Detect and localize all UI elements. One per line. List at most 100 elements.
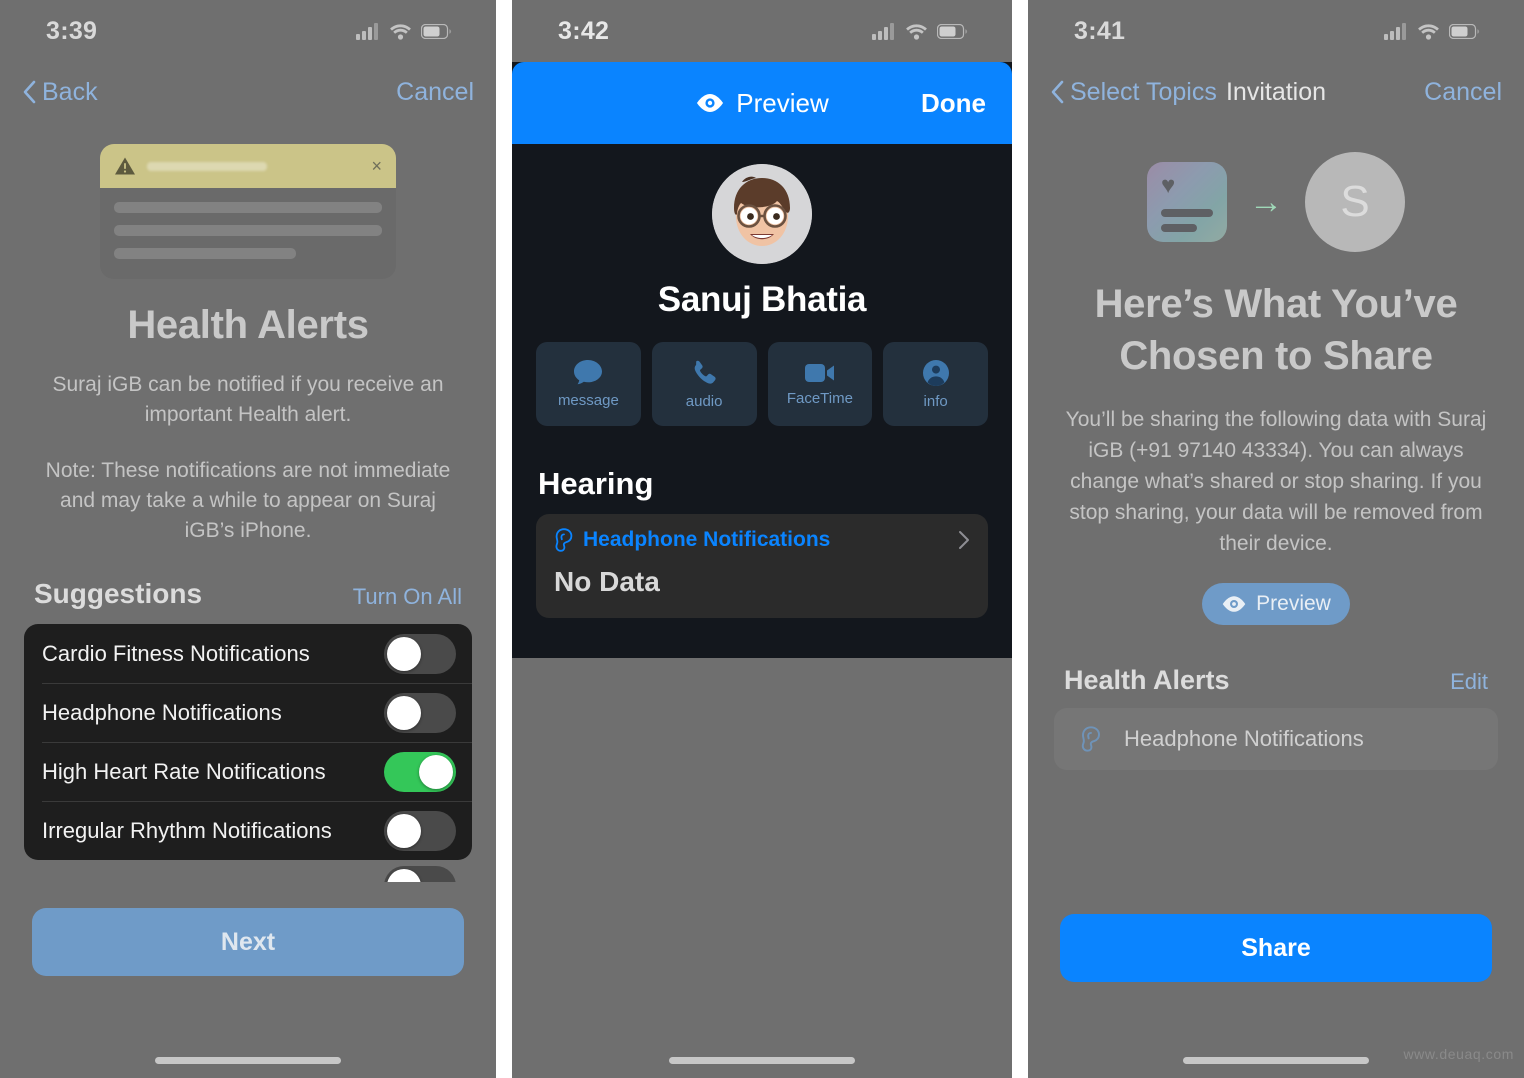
nav-bar: Back Cancel	[0, 62, 496, 122]
list-item[interactable]: Headphone Notifications	[24, 683, 472, 742]
arrow-right-icon: →	[1249, 183, 1283, 221]
share-title: Here’s What You’ve Chosen to Share	[1094, 282, 1458, 378]
toggle-knob	[387, 869, 421, 882]
status-bar: 3:39	[0, 0, 496, 62]
back-button-label: Select Topics	[1070, 77, 1217, 106]
list-item[interactable]: High Heart Rate Notifications	[24, 742, 472, 801]
toggle-knob	[387, 695, 421, 730]
card-header-row[interactable]: Headphone Notifications	[554, 528, 970, 552]
toggle-switch-partial[interactable]	[384, 866, 456, 882]
eye-icon	[697, 94, 724, 112]
audio-label: audio	[685, 392, 723, 410]
status-icons	[872, 22, 968, 40]
info-label: info	[923, 392, 948, 410]
panel-gap	[496, 0, 512, 1078]
screenshot-collage: 3:39 Back Cancel × Health Alerts Suraj i…	[0, 0, 1524, 1078]
list-item-label: Headphone Notifications	[1124, 726, 1364, 751]
hearing-section-heading: Hearing	[538, 466, 654, 501]
status-clock: 3:42	[558, 16, 610, 45]
video-camera-icon	[804, 363, 834, 382]
phone-panel-preview: 3:42 Preview Done Sanuj Bhatia message a…	[512, 0, 1012, 1078]
eye-icon	[1222, 596, 1246, 612]
alert-banner: ×	[100, 144, 396, 188]
battery-icon	[421, 23, 452, 39]
avatar[interactable]	[712, 164, 812, 264]
health-alerts-section-header: Health Alerts Edit	[1028, 665, 1524, 696]
chevron-left-icon	[1051, 80, 1064, 104]
toggle-switch-cardio-fitness[interactable]	[384, 633, 456, 674]
list-item[interactable]: Irregular Rhythm Notifications	[24, 801, 472, 860]
status-clock: 3:41	[1074, 16, 1126, 45]
placeholder-alert-card: ×	[100, 144, 396, 279]
cellular-signal-icon	[1384, 22, 1406, 40]
heart-icon: ♥	[1161, 172, 1176, 199]
list-item[interactable]: Cardio Fitness Notifications	[24, 624, 472, 683]
status-bar: 3:41	[1028, 0, 1524, 62]
home-indicator	[0, 1057, 496, 1064]
battery-icon	[937, 23, 968, 39]
message-button[interactable]: message	[536, 342, 641, 426]
watermark: www.deuaq.com	[1403, 1046, 1514, 1062]
placeholder-body	[100, 188, 396, 279]
message-label: message	[557, 392, 619, 409]
cancel-button[interactable]: Cancel	[396, 78, 474, 107]
toggle-switch-headphone[interactable]	[384, 692, 456, 733]
facetime-label: FaceTime	[786, 389, 853, 407]
cancel-button-label: Cancel	[1424, 77, 1502, 106]
back-button-label: Back	[42, 77, 98, 106]
description-paragraph: Suraj iGB can be notified if you receive…	[52, 373, 444, 426]
preview-button[interactable]: Preview	[1202, 583, 1350, 625]
cellular-signal-icon	[872, 22, 894, 40]
note-paragraph: Note: These notifications are not immedi…	[45, 459, 451, 542]
placeholder-line	[114, 225, 382, 236]
toggle-label: Cardio Fitness Notifications	[42, 640, 310, 666]
headphone-notifications-card[interactable]: Headphone Notifications No Data	[536, 514, 988, 618]
card-row-label: Headphone Notifications	[583, 528, 831, 551]
phone-panel-health-alerts: 3:39 Back Cancel × Health Alerts Suraj i…	[0, 0, 496, 1078]
toggle-knob	[387, 636, 421, 671]
toggle-label: Headphone Notifications	[42, 699, 282, 725]
wifi-icon	[390, 23, 411, 40]
ear-icon	[1081, 726, 1100, 752]
status-clock: 3:39	[46, 16, 98, 45]
card-line	[1161, 209, 1213, 217]
close-icon[interactable]: ×	[371, 157, 382, 175]
ear-icon	[555, 528, 573, 552]
card-line	[1161, 224, 1197, 232]
toggle-switch-high-heart-rate[interactable]	[384, 751, 456, 792]
card-value: No Data	[554, 566, 660, 597]
list-item[interactable]: Headphone Notifications	[1054, 708, 1498, 770]
back-button[interactable]: Back	[22, 78, 98, 107]
phone-panel-invitation: 3:41 Select Topics Invitation Cancel ♥ →…	[1028, 0, 1524, 1078]
panel-gap	[1012, 0, 1028, 1078]
share-button[interactable]: Share	[1060, 914, 1492, 982]
info-button[interactable]: info	[883, 342, 988, 426]
facetime-button[interactable]: FaceTime	[767, 342, 873, 426]
done-button[interactable]: Done	[921, 88, 986, 119]
suggestions-heading: Suggestions	[34, 578, 203, 609]
partially-visible-list-item[interactable]	[24, 860, 472, 882]
shared-items-list: Headphone Notifications	[1054, 708, 1498, 770]
avatar-wrapper	[512, 164, 1012, 264]
preview-sheet: Preview Done Sanuj Bhatia message audio …	[512, 62, 1012, 658]
contact-hero: Sanuj Bhatia message audio FaceTime info	[512, 144, 1012, 440]
battery-icon	[1449, 23, 1480, 39]
cellular-signal-icon	[356, 22, 378, 40]
toggle-switch-irregular-rhythm[interactable]	[384, 810, 456, 851]
page-title: Health Alerts	[127, 303, 369, 347]
health-card-icon: ♥	[1147, 162, 1227, 242]
nav-bar: Select Topics Invitation Cancel	[1028, 62, 1524, 122]
status-icons	[1384, 22, 1480, 40]
cancel-button[interactable]: Cancel	[1424, 78, 1502, 107]
turn-on-all-button[interactable]: Turn On All	[353, 584, 462, 610]
contact-name: Sanuj Bhatia	[657, 280, 867, 319]
toggle-knob	[419, 754, 453, 789]
alert-text-placeholder	[147, 161, 267, 171]
edit-button[interactable]: Edit	[1450, 669, 1488, 695]
next-button[interactable]: Next	[32, 908, 464, 976]
wifi-icon	[906, 23, 927, 40]
preview-label: Preview	[736, 87, 829, 118]
select-topics-back-button[interactable]: Select Topics	[1050, 78, 1217, 107]
cancel-button-label: Cancel	[396, 77, 474, 106]
audio-call-button[interactable]: audio	[651, 342, 757, 426]
